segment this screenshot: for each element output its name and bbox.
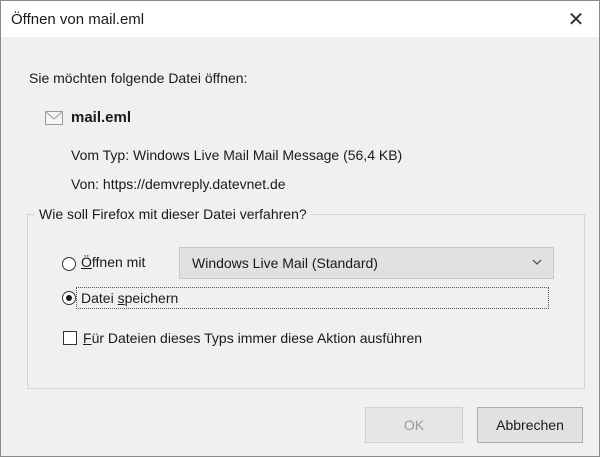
save-file-label-pre: Datei (81, 290, 118, 306)
open-with-label-text: ffnen mit (91, 254, 146, 270)
save-file-label[interactable]: Datei speichern (76, 287, 549, 309)
save-file-accesskey: s (117, 290, 125, 306)
email-file-icon (45, 111, 63, 125)
chevron-down-icon (532, 259, 542, 265)
application-select[interactable]: Windows Live Mail (Standard) (179, 247, 554, 279)
file-source-value: https://demvreply.datevnet.de (102, 176, 286, 192)
file-type-label: Vom Typ: (71, 147, 130, 163)
radio-selected-dot (66, 295, 72, 301)
application-select-value: Windows Live Mail (Standard) (192, 255, 378, 271)
save-file-radio[interactable] (62, 291, 76, 305)
always-do-this-checkbox[interactable] (63, 331, 77, 345)
always-do-this-label-text: ür Dateien dieses Typs immer diese Aktio… (91, 330, 423, 346)
dialog-heading: Sie möchten folgende Datei öffnen: (29, 70, 248, 86)
close-icon: ✕ (567, 8, 585, 31)
open-with-label[interactable]: Öffnen mit (81, 254, 145, 270)
file-type-line: Vom Typ: Windows Live Mail Mail Message … (71, 147, 402, 163)
cancel-button[interactable]: Abbrechen (477, 407, 583, 443)
always-do-this-label[interactable]: Für Dateien dieses Typs immer diese Akti… (83, 330, 422, 346)
save-file-label-text: peichern (124, 290, 179, 306)
file-name: mail.eml (71, 109, 132, 126)
file-source-line: Von: https://demvreply.datevnet.de (71, 176, 286, 192)
ok-button[interactable]: OK (365, 407, 463, 443)
window-title: Öffnen von mail.eml (11, 11, 145, 28)
close-button[interactable]: ✕ (553, 1, 599, 37)
action-group-legend: Wie soll Firefox mit dieser Datei verfah… (35, 206, 311, 222)
always-do-this-accesskey: F (83, 330, 92, 346)
file-source-label: Von: (71, 176, 100, 192)
open-with-accesskey: Ö (81, 254, 92, 270)
open-with-radio[interactable] (62, 257, 76, 271)
download-dialog: Öffnen von mail.eml ✕ Sie möchten folgen… (0, 0, 600, 457)
file-type-value: Windows Live Mail Mail Message (56,4 KB) (133, 147, 403, 163)
title-bar: Öffnen von mail.eml ✕ (1, 1, 599, 37)
